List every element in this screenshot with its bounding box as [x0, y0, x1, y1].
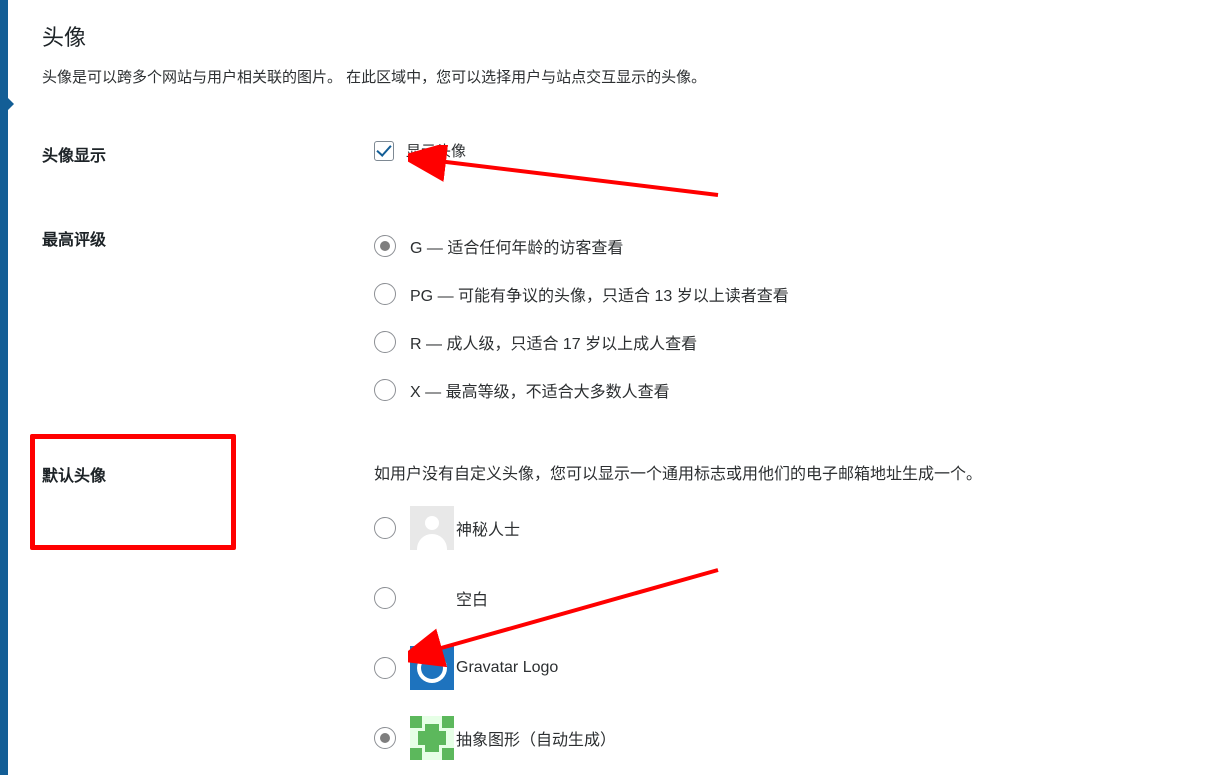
avatar-option-label: Gravatar Logo	[456, 659, 558, 677]
avatar-radio[interactable]	[374, 517, 396, 539]
default-avatar-option-3[interactable]: 抽象图形（自动生成）	[374, 716, 1189, 760]
glogo-icon	[410, 646, 454, 690]
show-avatar-checkbox[interactable]	[374, 141, 394, 161]
rating-option-3[interactable]: X — 最高等级，不适合大多数人查看	[374, 368, 1189, 412]
rating-option-label: R — 成人级，只适合 17 岁以上成人查看	[410, 330, 697, 354]
rating-option-0[interactable]: G — 适合任何年龄的访客查看	[374, 224, 1189, 268]
show-avatar-checkbox-label: 显示头像	[406, 140, 466, 161]
blank-icon	[410, 576, 454, 620]
default-avatar-label: 默认头像	[42, 460, 374, 486]
avatar-option-label: 抽象图形（自动生成）	[456, 726, 616, 750]
rating-option-2[interactable]: R — 成人级，只适合 17 岁以上成人查看	[374, 320, 1189, 364]
rating-radio[interactable]	[374, 235, 396, 257]
avatar-option-label: 空白	[456, 586, 488, 610]
rating-option-label: G — 适合任何年龄的访客查看	[410, 234, 623, 258]
sidebar-notch	[4, 94, 14, 114]
rating-radio[interactable]	[374, 379, 396, 401]
avatar-option-label: 神秘人士	[456, 516, 520, 540]
avatar-radio[interactable]	[374, 727, 396, 749]
settings-page: 头像 头像是可以跨多个网站与用户相关联的图片。 在此区域中，您可以选择用户与站点…	[0, 0, 1219, 775]
rating-radio[interactable]	[374, 331, 396, 353]
rating-option-1[interactable]: PG — 可能有争议的头像，只适合 13 岁以上读者查看	[374, 272, 1189, 316]
show-avatar-checkbox-row[interactable]: 显示头像	[374, 140, 466, 161]
rating-option-label: X — 最高等级，不适合大多数人查看	[410, 378, 670, 402]
mystery-icon	[410, 506, 454, 550]
rating-option-label: PG — 可能有争议的头像，只适合 13 岁以上读者查看	[410, 282, 789, 306]
default-avatar-option-2[interactable]: Gravatar Logo	[374, 646, 1189, 690]
section-description: 头像是可以跨多个网站与用户相关联的图片。 在此区域中，您可以选择用户与站点交互显…	[42, 66, 1189, 90]
max-rating-label: 最高评级	[42, 224, 374, 250]
identicon-icon	[410, 716, 454, 760]
default-avatar-option-1[interactable]: 空白	[374, 576, 1189, 620]
avatar-radio[interactable]	[374, 657, 396, 679]
section-title: 头像	[42, 20, 1189, 52]
default-avatar-option-0[interactable]: 神秘人士	[374, 506, 1189, 550]
default-avatar-description: 如用户没有自定义头像，您可以显示一个通用标志或用他们的电子邮箱地址生成一个。	[374, 460, 1189, 484]
rating-radio[interactable]	[374, 283, 396, 305]
avatar-radio[interactable]	[374, 587, 396, 609]
avatar-display-label: 头像显示	[42, 140, 374, 166]
